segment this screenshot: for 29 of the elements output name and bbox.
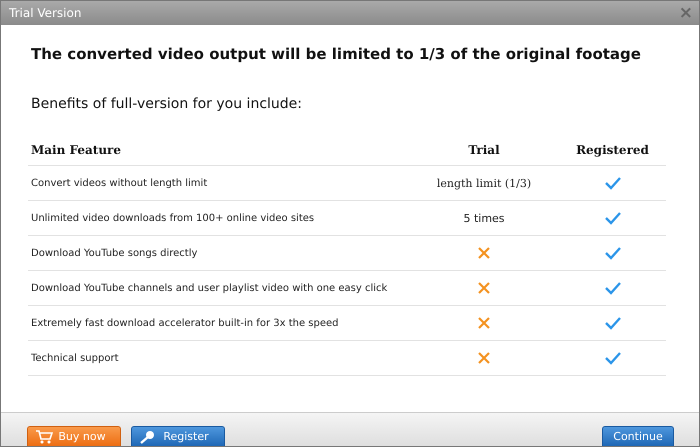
feature-label: Technical support [30, 352, 120, 364]
check-icon [604, 246, 622, 260]
continue-button[interactable]: Continue [602, 426, 674, 446]
key-icon [139, 430, 155, 444]
check-icon [604, 211, 622, 225]
cross-icon [478, 352, 490, 364]
trial-limit: 5 times [463, 212, 505, 224]
check-icon [604, 351, 622, 365]
feature-label: Unlimited video downloads from 100+ online video sites [30, 212, 316, 224]
feature-label: Download YouTube channels and user playlist video with one easy click [30, 282, 388, 294]
cross-icon [478, 282, 490, 294]
feature-label: Extremely fast download accelerator built-in for 3x the speed [30, 318, 340, 328]
check-icon [604, 316, 622, 330]
check-icon [604, 176, 622, 190]
column-header: Trial [467, 142, 501, 156]
cross-icon [478, 317, 490, 329]
window-title: Trial Version [9, 6, 82, 20]
check-icon [604, 281, 622, 295]
trial-limit: length limit (1/3) [436, 176, 532, 190]
cross-icon [478, 247, 490, 259]
column-header: Registered [575, 142, 650, 156]
subheading: Benefits of full-version for you include: [31, 96, 303, 112]
feature-label: Download YouTube songs directly [30, 248, 198, 258]
column-header: Main Feature [30, 142, 122, 156]
feature-label: Convert videos without length limit [30, 178, 208, 188]
buy-button[interactable]: Buy now [27, 426, 121, 446]
register-button[interactable]: Register [131, 426, 225, 446]
cart-icon [35, 430, 53, 444]
heading: The converted video output will be limited to 1/3 of the original footage [31, 45, 642, 63]
